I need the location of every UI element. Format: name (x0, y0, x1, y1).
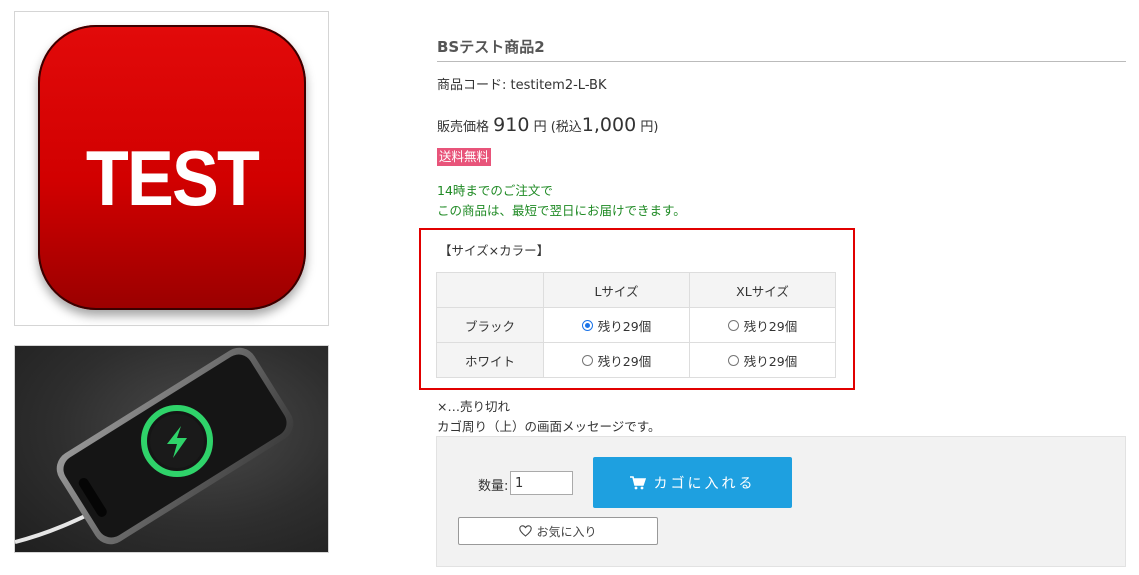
cart-message: カゴ周り（上）の画面メッセージです。 (437, 419, 661, 434)
option-black-xl[interactable]: 残り29個 (689, 307, 836, 343)
test-logo: TEST (38, 25, 306, 310)
option-white-xl[interactable]: 残り29個 (689, 342, 836, 378)
shipping-line-2: この商品は、最短で翌日にお届けできます。 (437, 203, 686, 218)
phone-charging-illustration (15, 347, 294, 545)
quantity-input[interactable] (510, 471, 573, 495)
price-unit: 円 (533, 120, 547, 135)
title-divider (437, 61, 1126, 62)
column-header-l: Lサイズ (543, 272, 690, 308)
product-image-main[interactable]: TEST (14, 11, 329, 326)
notes: ×…売り切れ カゴ周り（上）の画面メッセージです。 (437, 397, 661, 437)
variation-title: 【サイズ×カラー】 (439, 243, 550, 258)
add-to-cart-label: カゴに入れる (653, 475, 756, 492)
shipping-line-1: 14時までのご注文で (437, 183, 553, 198)
tax-close: 円) (640, 120, 659, 135)
radio-black-l[interactable] (581, 319, 593, 331)
add-to-cart-button[interactable]: カゴに入れる (593, 457, 792, 508)
stock-black-l: 残り29個 (597, 318, 652, 334)
row-label-black: ブラック (436, 307, 544, 343)
option-black-l[interactable]: 残り29個 (543, 307, 690, 343)
stock-white-l: 残り29個 (597, 353, 652, 369)
radio-white-xl[interactable] (727, 354, 739, 366)
shipping-info: 14時までのご注文で この商品は、最短で翌日にお届けできます。 (437, 181, 686, 221)
price-label: 販売価格 (437, 120, 490, 135)
product-image-phone[interactable] (14, 345, 329, 553)
row-label-white: ホワイト (436, 342, 544, 378)
stock-white-xl: 残り29個 (743, 353, 798, 369)
radio-white-l[interactable] (581, 354, 593, 366)
price-value: 910 (493, 114, 530, 136)
price-block: 販売価格 910 円 (税込1,000 円) (437, 114, 658, 136)
soldout-legend: ×…売り切れ (437, 399, 510, 414)
favorite-button[interactable]: お気に入り (458, 517, 658, 545)
cart-icon (629, 475, 646, 489)
product-code: 商品コード: testitem2-L-BK (437, 78, 607, 93)
heart-icon (519, 525, 533, 537)
option-white-l[interactable]: 残り29個 (543, 342, 690, 378)
variation-corner-cell (436, 272, 544, 308)
tax-open: (税込 (550, 120, 582, 135)
radio-black-xl[interactable] (727, 319, 739, 331)
free-shipping-badge: 送料無料 (437, 148, 492, 166)
stock-black-xl: 残り29個 (743, 318, 798, 334)
quantity-label: 数量: (478, 479, 509, 494)
column-header-xl: XLサイズ (689, 272, 836, 308)
test-logo-text: TEST (85, 134, 260, 222)
tax-price-value: 1,000 (581, 114, 637, 136)
product-title: BSテスト商品2 (437, 38, 545, 56)
favorite-label: お気に入り (536, 524, 597, 539)
variation-table: Lサイズ XLサイズ ブラック 残り29個 残り29個 ホワイト 残り29個 残… (436, 272, 836, 378)
